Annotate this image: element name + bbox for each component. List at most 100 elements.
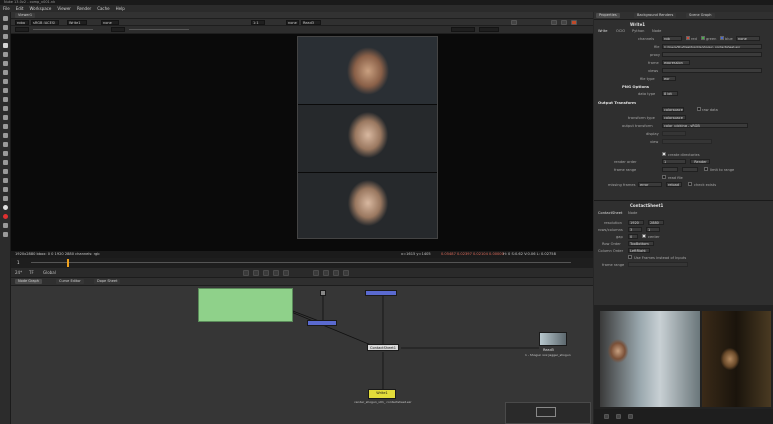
tab-python[interactable]: Python: [632, 29, 644, 33]
tab-node-graph[interactable]: Node Graph: [15, 279, 42, 284]
file-field[interactable]: C:/Users/Stu/Desktop/CG/shogun_contactsh…: [662, 44, 762, 49]
menu-cache[interactable]: Cache: [97, 6, 109, 11]
metadata-icon[interactable]: [3, 115, 8, 120]
tab-properties[interactable]: Properties: [596, 13, 620, 18]
backdrop-node[interactable]: [198, 288, 293, 322]
contact-frame-range-field[interactable]: [628, 262, 688, 267]
frame-range-end[interactable]: [682, 167, 698, 172]
pen-icon[interactable]: [604, 414, 609, 419]
next-key-button[interactable]: [333, 270, 339, 276]
downrez-field[interactable]: [479, 27, 499, 32]
gamma-field[interactable]: [111, 27, 125, 32]
menu-help[interactable]: Help: [116, 6, 125, 11]
gap-field[interactable]: 0: [628, 234, 638, 239]
tab-write[interactable]: Write: [598, 29, 608, 33]
contactsheet-node-name[interactable]: ContactSheet1: [630, 203, 663, 208]
resolution-width[interactable]: 1920: [628, 220, 644, 225]
menu-viewer[interactable]: Viewer: [57, 6, 71, 11]
menu-edit[interactable]: Edit: [16, 6, 24, 11]
raw-data-checkbox[interactable]: [697, 107, 701, 111]
colorspace-mode-field[interactable]: colorspace: [662, 107, 684, 112]
filter-icon[interactable]: [3, 61, 8, 66]
view-select[interactable]: [662, 139, 712, 144]
transform-icon[interactable]: [3, 88, 8, 93]
input-a-select[interactable]: Write1: [67, 20, 87, 25]
prev-key-button[interactable]: [253, 270, 259, 276]
tab-background-renders[interactable]: Background Renders: [634, 13, 677, 18]
transform-node[interactable]: [365, 290, 397, 296]
stop-button[interactable]: [283, 270, 289, 276]
red-dot-icon[interactable]: [3, 214, 8, 219]
settings-icon[interactable]: [3, 232, 8, 237]
last-frame-button[interactable]: [343, 270, 349, 276]
transform-node-2[interactable]: [307, 320, 337, 326]
gain-field[interactable]: [15, 27, 29, 32]
tab-contactsheet-node[interactable]: Node: [628, 211, 637, 215]
3d-icon[interactable]: [3, 97, 8, 102]
alpha-select[interactable]: none: [736, 36, 760, 41]
live-button[interactable]: [571, 20, 577, 25]
resolution-height[interactable]: 2880: [648, 220, 664, 225]
mode-select[interactable]: none: [286, 20, 299, 25]
next-frame-button[interactable]: [323, 270, 329, 276]
red-checkbox[interactable]: [686, 36, 690, 40]
navigator-minimap[interactable]: [505, 402, 591, 424]
channel-icon[interactable]: [3, 43, 8, 48]
other-icon[interactable]: [3, 151, 8, 156]
draw-icon[interactable]: [3, 25, 8, 30]
viewer-canvas[interactable]: [11, 34, 593, 251]
air-icon[interactable]: [3, 178, 8, 183]
tab-scene-graph[interactable]: Scene Graph: [686, 13, 715, 18]
rows-field[interactable]: 3: [628, 227, 642, 232]
tab-viewer1[interactable]: Viewer1: [15, 13, 36, 18]
eraser-icon[interactable]: [628, 414, 633, 419]
cara-vr-icon[interactable]: [3, 169, 8, 174]
menu-file[interactable]: File: [3, 6, 10, 11]
pause-button[interactable]: [551, 20, 557, 25]
frame-range-start[interactable]: [662, 167, 678, 172]
input-b-select[interactable]: none: [101, 20, 119, 25]
render-order-field[interactable]: 1: [662, 159, 686, 164]
particles-icon[interactable]: [3, 124, 8, 129]
use-frames-checkbox[interactable]: [628, 255, 632, 259]
zoom-select[interactable]: 1:1: [251, 20, 265, 25]
prev-frame-button[interactable]: [263, 270, 269, 276]
views-icon[interactable]: [3, 106, 8, 111]
contactsheet-node[interactable]: ContactSheet1: [367, 344, 399, 351]
refresh-button[interactable]: [561, 20, 567, 25]
gamma-slider[interactable]: [129, 29, 189, 30]
blue-checkbox[interactable]: [720, 36, 724, 40]
output-transform-select[interactable]: color_picking - sRGB: [662, 123, 748, 128]
brush-icon[interactable]: [616, 414, 621, 419]
play-button[interactable]: [313, 270, 319, 276]
first-frame-button[interactable]: [243, 270, 249, 276]
write-node-name[interactable]: Write1: [630, 22, 645, 27]
furnace-icon[interactable]: [3, 160, 8, 165]
create-directories-checkbox[interactable]: [662, 152, 666, 156]
tab-curve-editor[interactable]: Curve Editor: [56, 279, 84, 284]
keyer-icon[interactable]: [3, 70, 8, 75]
proxy-field[interactable]: [451, 27, 475, 32]
missing-frames-select[interactable]: error: [638, 182, 662, 187]
green-checkbox[interactable]: [701, 36, 705, 40]
frame-select[interactable]: expression: [662, 60, 690, 65]
render-button[interactable]: Render: [690, 159, 710, 164]
tab-node[interactable]: Node: [652, 29, 661, 33]
columns-field[interactable]: 1: [646, 227, 660, 232]
menu-workspace[interactable]: Workspace: [29, 6, 51, 11]
data-type-select[interactable]: 8 bit: [662, 91, 678, 96]
merge-icon[interactable]: [3, 79, 8, 84]
node-graph-canvas[interactable]: ContactSheet1 Read5 1 - Shogun xxx Jagge…: [11, 286, 593, 424]
proxy-field[interactable]: [662, 52, 762, 57]
tab-ocio[interactable]: OCIO: [616, 29, 625, 33]
transform-type-select[interactable]: colorspace: [662, 115, 686, 120]
views-field[interactable]: [662, 68, 762, 73]
roi-button[interactable]: [511, 20, 517, 25]
range-mode[interactable]: Global: [43, 270, 56, 275]
file-type-select[interactable]: exr: [662, 76, 676, 81]
column-order-select[interactable]: LeftRight: [628, 248, 650, 253]
deep-icon[interactable]: [3, 133, 8, 138]
gain-slider[interactable]: [33, 29, 93, 30]
check-exists-checkbox[interactable]: [688, 182, 692, 186]
ofx-icon[interactable]: [3, 187, 8, 192]
